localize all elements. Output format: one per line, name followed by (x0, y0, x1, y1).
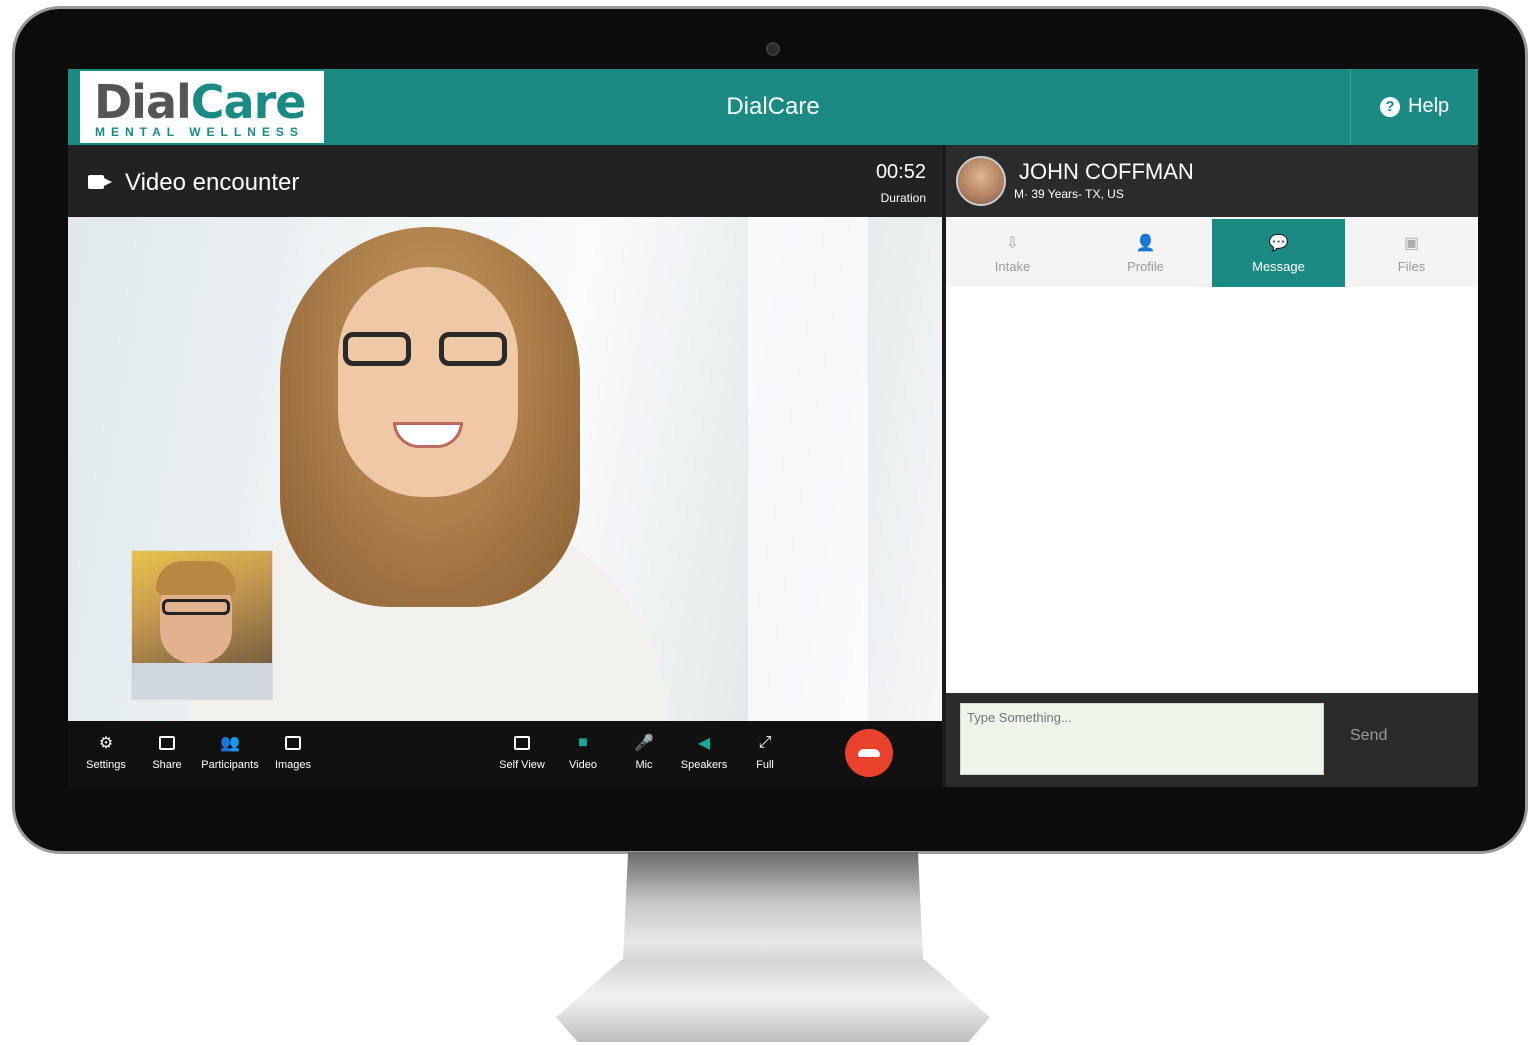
end-call-icon (858, 749, 880, 757)
fullscreen-icon: ⤢ (758, 734, 772, 751)
background-window (748, 217, 868, 721)
patient-panel: JOHN COFFMAN M· 39 Years- TX, US ⇩ Intak… (946, 145, 1478, 787)
tab-intake[interactable]: ⇩ Intake (946, 219, 1079, 287)
help-button[interactable]: ? Help (1380, 95, 1449, 118)
self-view-icon (512, 733, 532, 753)
divider (1350, 69, 1351, 145)
app-title: DialCare (726, 93, 820, 120)
full-label: Full (756, 759, 774, 771)
images-label: Images (274, 759, 312, 771)
patient-header: JOHN COFFMAN M· 39 Years- TX, US (946, 145, 1478, 217)
patient-meta: M· 39 Years- TX, US (1014, 187, 1124, 201)
video-toggle-button[interactable]: ■ Video (553, 733, 613, 771)
remote-participant-face (338, 267, 518, 497)
patient-name: JOHN COFFMAN (1019, 159, 1194, 184)
tab-files[interactable]: ▣ Files (1345, 219, 1478, 287)
video-header: Video encounter 00:52 Duration (68, 145, 942, 217)
end-call-button[interactable] (845, 729, 893, 777)
top-bar: DialCare MENTAL WELLNESS DialCare ? Help (68, 69, 1478, 145)
self-view-glasses (162, 599, 230, 615)
mic-label: Mic (635, 759, 653, 771)
call-timer: 00:52 (875, 161, 926, 183)
intake-icon: ⇩ (1005, 234, 1020, 252)
self-view-button[interactable]: Self View (492, 733, 552, 771)
webcam (766, 42, 780, 56)
tab-profile[interactable]: 👤 Profile (1079, 219, 1212, 287)
remote-video[interactable] (68, 217, 942, 721)
help-label: Help (1408, 95, 1450, 117)
self-view-video[interactable] (131, 550, 273, 700)
tab-files-label: Files (1397, 258, 1426, 274)
profile-icon: 👤 (1135, 234, 1156, 252)
message-thread[interactable] (946, 287, 1478, 689)
send-button[interactable]: Send (1350, 727, 1387, 745)
tab-profile-label: Profile (1127, 258, 1164, 274)
app-screen: DialCare MENTAL WELLNESS DialCare ? Help… (68, 69, 1478, 787)
fullscreen-button[interactable]: ⤢ Full (735, 733, 795, 771)
self-view-hair (156, 561, 236, 595)
remote-participant-glasses (343, 332, 513, 368)
mic-toggle-button[interactable]: 🎤 Mic (614, 733, 674, 771)
message-input[interactable] (960, 703, 1324, 775)
call-timer-label: Duration (880, 191, 926, 205)
image-icon (283, 733, 303, 753)
self-view-label: Self View (499, 759, 545, 771)
patient-tabs: ⇩ Intake 👤 Profile 💬 Message ▣ Files (946, 219, 1478, 287)
video-camera-icon: ■ (578, 734, 588, 751)
share-screen-icon (157, 733, 177, 753)
call-toolbar: ⚙ Settings Share 👥 Participants Images S… (68, 721, 942, 787)
microphone-icon: 🎤 (634, 735, 654, 752)
message-icon: 💬 (1268, 234, 1289, 252)
gear-icon: ⚙ (98, 735, 114, 752)
tab-message[interactable]: 💬 Message (1212, 219, 1345, 287)
self-view-shirt (132, 663, 272, 699)
share-label: Share (152, 759, 182, 771)
settings-button[interactable]: ⚙ Settings (76, 733, 136, 771)
participants-icon: 👥 (220, 735, 240, 752)
speakers-toggle-button[interactable]: ◀ Speakers (674, 733, 734, 771)
video-camera-icon (88, 175, 112, 189)
help-icon: ? (1380, 96, 1400, 117)
avatar (956, 156, 1006, 206)
speaker-icon: ◀ (697, 735, 711, 752)
participants-button[interactable]: 👥 Participants (200, 733, 260, 771)
compose-bar: Send (946, 693, 1478, 787)
video-title: Video encounter (125, 169, 300, 196)
video-label: Video (569, 759, 597, 771)
speakers-label: Speakers (680, 759, 728, 771)
share-button[interactable]: Share (137, 733, 197, 771)
participants-label: Participants (201, 759, 259, 771)
logo-tagline: MENTAL WELLNESS (95, 125, 304, 139)
tab-intake-label: Intake (994, 258, 1031, 274)
settings-label: Settings (86, 759, 126, 771)
images-button[interactable]: Images (263, 733, 323, 771)
tab-message-label: Message (1252, 258, 1305, 274)
monitor-stand-base (556, 960, 990, 1042)
files-icon: ▣ (1403, 234, 1420, 252)
